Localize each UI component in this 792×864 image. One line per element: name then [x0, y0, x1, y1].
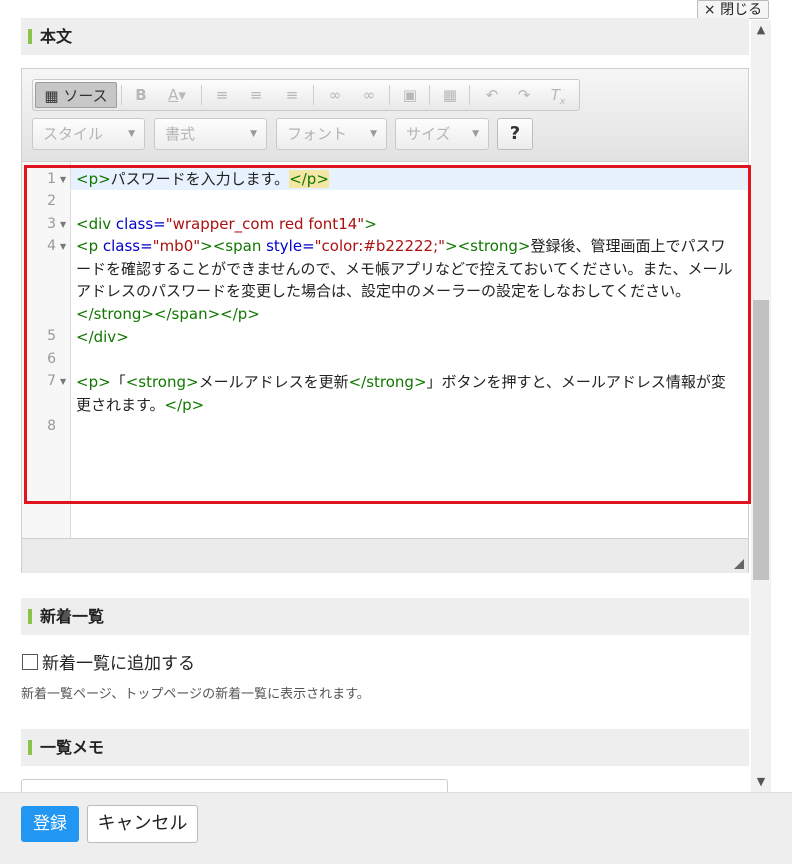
help-text: 新着一覧ページ、トップページの新着一覧に表示されます。: [21, 687, 370, 702]
submit-button[interactable]: 登録: [21, 806, 79, 842]
align-center-icon[interactable]: ≡: [243, 82, 269, 108]
style-select[interactable]: スタイル ▼: [32, 118, 145, 150]
size-select[interactable]: サイズ ▼: [395, 118, 489, 150]
chevron-down-icon: ▼: [128, 129, 135, 139]
scroll-down-icon[interactable]: ▼: [751, 772, 771, 792]
editor-status-bar: [22, 538, 748, 573]
cancel-button[interactable]: キャンセル: [87, 805, 198, 843]
toolbar-separator: [389, 85, 390, 105]
font-select[interactable]: フォント ▼: [276, 118, 387, 150]
section-header-memo: 一覧メモ: [21, 729, 749, 766]
section-header-news: 新着一覧: [21, 598, 749, 635]
align-left-icon[interactable]: ≡: [209, 82, 235, 108]
chevron-down-icon: ▼: [472, 129, 479, 139]
source-icon: ▦: [44, 87, 64, 105]
resize-handle-icon[interactable]: [734, 559, 744, 569]
image-icon[interactable]: ▣: [397, 82, 423, 108]
align-right-icon[interactable]: ≡: [279, 82, 305, 108]
scroll-up-icon[interactable]: ▲: [751, 20, 771, 40]
toolbar-button-group: ▦ ソース B A▾ ≡ ≡ ≡ ∞ ∞ ▣ ▦ ↶ ↷ Tx: [32, 79, 580, 111]
remove-format-icon[interactable]: Tx: [545, 82, 571, 108]
toolbar-separator: [121, 85, 122, 105]
scrollbar[interactable]: ▲ ▼: [751, 20, 771, 792]
toolbar-separator: [429, 85, 430, 105]
help-button[interactable]: ?: [497, 118, 533, 150]
chevron-down-icon: ▼: [250, 129, 257, 139]
section-header-body: 本文: [21, 18, 749, 55]
text-color-icon[interactable]: A▾: [159, 82, 195, 108]
news-checkbox-row[interactable]: 新着一覧に追加する: [22, 649, 195, 674]
table-icon[interactable]: ▦: [437, 82, 463, 108]
editor-toolbar: ▦ ソース B A▾ ≡ ≡ ≡ ∞ ∞ ▣ ▦ ↶ ↷ Tx スタイル ▼ 書式…: [22, 69, 748, 162]
section-title: 本文: [40, 27, 73, 46]
scrollbar-thumb[interactable]: [753, 300, 769, 580]
source-button[interactable]: ▦ ソース: [35, 82, 117, 108]
annotation-highlight-box: [24, 165, 751, 504]
section-marker: [28, 609, 32, 624]
toolbar-separator: [313, 85, 314, 105]
add-to-news-checkbox[interactable]: [22, 654, 38, 670]
redo-icon[interactable]: ↷: [511, 82, 537, 108]
format-select[interactable]: 書式 ▼: [154, 118, 267, 150]
undo-icon[interactable]: ↶: [479, 82, 505, 108]
toolbar-separator: [201, 85, 202, 105]
bold-icon[interactable]: B: [129, 82, 153, 108]
link-icon[interactable]: ∞: [321, 82, 349, 108]
form-footer: 登録 キャンセル: [0, 792, 792, 864]
section-marker: [28, 29, 32, 44]
close-button[interactable]: × 閉じる: [697, 0, 769, 19]
checkbox-label: 新着一覧に追加する: [42, 654, 195, 674]
toolbar-separator: [469, 85, 470, 105]
section-title: 一覧メモ: [40, 738, 105, 757]
section-title: 新着一覧: [40, 607, 105, 626]
section-marker: [28, 740, 32, 755]
unlink-icon[interactable]: ∞: [355, 82, 383, 108]
chevron-down-icon: ▼: [370, 129, 377, 139]
